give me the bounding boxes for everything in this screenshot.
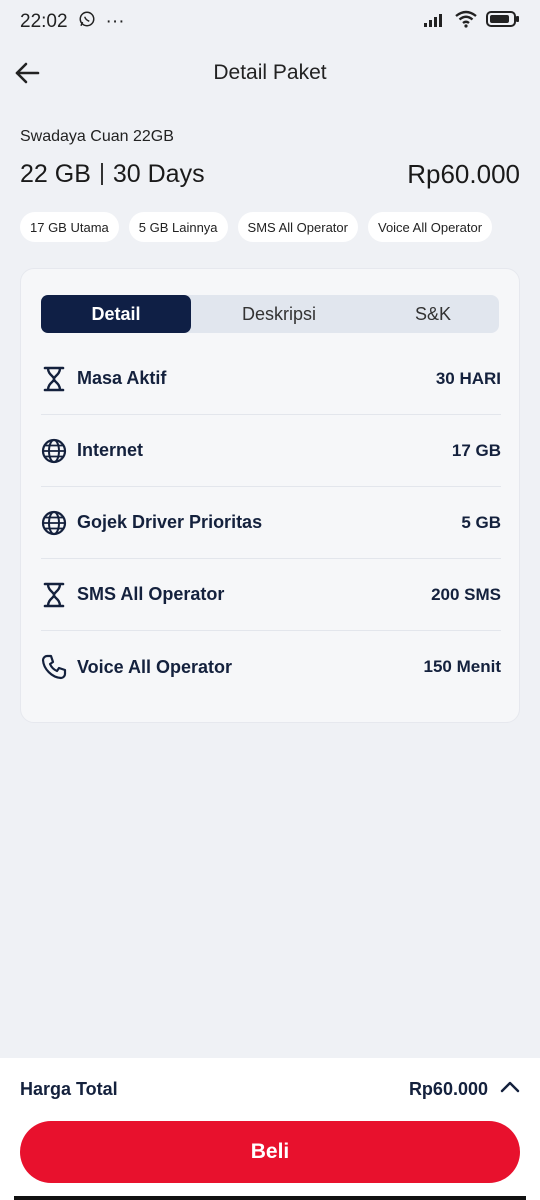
package-price: Rp60.000 bbox=[407, 158, 520, 189]
total-value: Rp60.000 bbox=[408, 1078, 488, 1099]
list-item: Voice All Operator 150 Menit bbox=[41, 631, 501, 703]
tab-deskripsi[interactable]: Deskripsi bbox=[191, 295, 367, 333]
detail-value: 17 GB bbox=[451, 440, 501, 460]
back-button[interactable] bbox=[12, 58, 42, 88]
chip-main-quota: 17 GB Utama bbox=[20, 212, 119, 242]
detail-value: 5 GB bbox=[461, 512, 501, 532]
whatsapp-icon bbox=[78, 10, 96, 34]
chip-other-quota: 5 GB Lainnya bbox=[128, 212, 228, 242]
detail-label: Internet bbox=[77, 440, 144, 460]
total-row[interactable]: Harga Total Rp60.000 bbox=[20, 1076, 520, 1102]
signal-icon bbox=[424, 11, 446, 33]
detail-value: 30 HARI bbox=[435, 368, 501, 388]
hourglass-icon bbox=[41, 582, 67, 608]
detail-list: Masa Aktif 30 HARI Internet 17 GB Gojek … bbox=[41, 343, 501, 703]
list-item: Masa Aktif 30 HARI bbox=[41, 343, 501, 415]
detail-label: SMS All Operator bbox=[77, 584, 225, 604]
detail-label: Voice All Operator bbox=[77, 656, 233, 677]
status-bar: 22:02 ··· bbox=[0, 0, 540, 44]
tab-bar: Detail Deskripsi S&K bbox=[41, 295, 499, 333]
page-title: Detail Paket bbox=[213, 61, 327, 84]
back-arrow-icon bbox=[15, 62, 40, 84]
package-duration: 30 Days bbox=[112, 159, 205, 188]
wifi-icon bbox=[454, 10, 478, 34]
list-item: Internet 17 GB bbox=[41, 415, 501, 487]
divider bbox=[100, 163, 103, 185]
globe-icon bbox=[41, 510, 67, 536]
chevron-up-icon[interactable] bbox=[500, 1080, 520, 1099]
package-name: Swadaya Cuan 22GB bbox=[20, 128, 174, 145]
status-time: 22:02 bbox=[20, 11, 68, 32]
chip-voice: Voice All Operator bbox=[367, 212, 493, 242]
chip-sms: SMS All Operator bbox=[237, 212, 358, 242]
package-quota: 22 GB bbox=[20, 159, 91, 188]
purchase-panel: Harga Total Rp60.000 Beli bbox=[0, 1058, 540, 1200]
detail-value: 200 SMS bbox=[431, 584, 501, 604]
tab-snk[interactable]: S&K bbox=[367, 295, 499, 333]
status-more: ··· bbox=[105, 11, 125, 32]
list-item: Gojek Driver Prioritas 5 GB bbox=[41, 487, 501, 559]
tab-detail[interactable]: Detail bbox=[41, 295, 191, 333]
detail-label: Masa Aktif bbox=[77, 368, 167, 388]
app-bar: Detail Paket bbox=[0, 50, 540, 96]
hourglass-icon bbox=[41, 366, 67, 392]
package-chips: 17 GB Utama 5 GB Lainnya SMS All Operato… bbox=[20, 212, 540, 244]
detail-label: Gojek Driver Prioritas bbox=[77, 512, 263, 532]
total-label: Harga Total bbox=[20, 1078, 118, 1099]
list-item: SMS All Operator 200 SMS bbox=[41, 559, 501, 631]
package-summary: 22 GB 30 Days Rp60.000 bbox=[20, 156, 520, 192]
package-quota-duration: 22 GB 30 Days bbox=[20, 160, 205, 189]
gesture-bar bbox=[14, 1196, 526, 1200]
buy-button[interactable]: Beli bbox=[20, 1121, 520, 1183]
detail-card: Detail Deskripsi S&K Masa Aktif 30 HARI … bbox=[20, 268, 520, 723]
detail-value: 150 Menit bbox=[423, 657, 501, 676]
globe-icon bbox=[41, 438, 67, 464]
phone-icon bbox=[41, 654, 67, 680]
battery-icon bbox=[486, 11, 520, 33]
